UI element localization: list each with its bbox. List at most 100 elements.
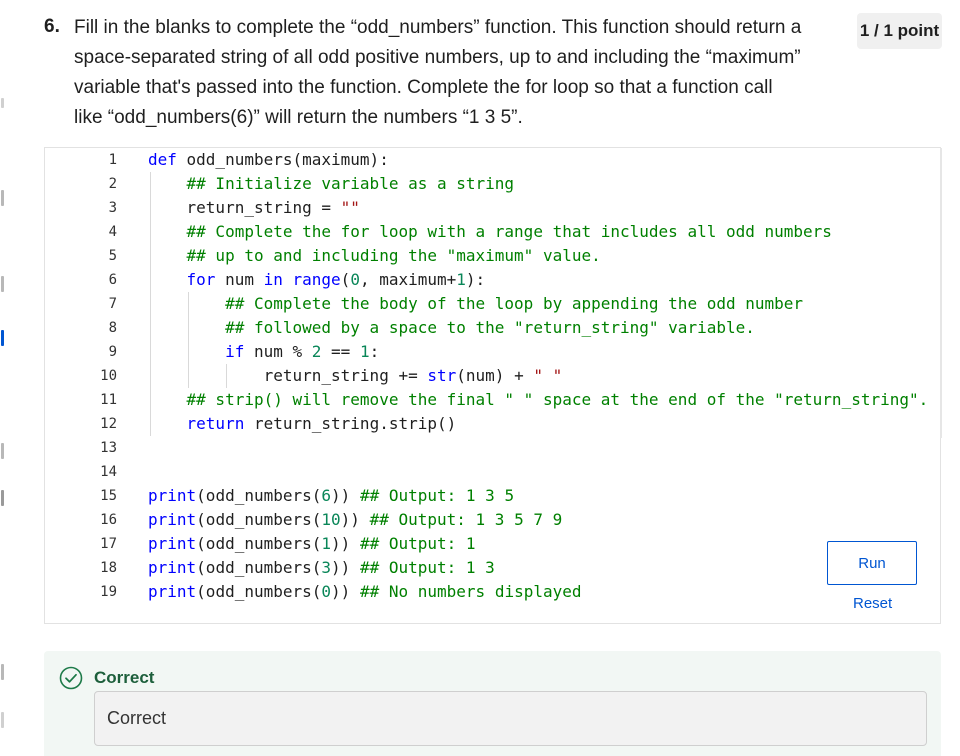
margin-mark: [1, 276, 4, 292]
code-token: print: [148, 582, 197, 601]
code-line[interactable]: ## Complete the for loop with a range th…: [148, 220, 832, 244]
line-number: 11: [100, 392, 117, 408]
code-token: 6: [321, 486, 332, 505]
code-editor[interactable]: 1 2 3 4 5 6 7 8 9 10 11 12 13 14 15 16 17 18 19 def odd_nu…: [45, 148, 942, 625]
code-token: print: [148, 510, 197, 529]
code-token: ## strip() will remove the final " " spa…: [148, 390, 929, 409]
code-token: ## Output: 1 3 5: [359, 486, 515, 505]
code-token: str: [427, 366, 457, 385]
code-token: ## Complete the body of the loop by appe…: [148, 294, 804, 313]
code-line[interactable]: def odd_numbers(maximum):: [148, 148, 389, 172]
code-token: (odd_numbers(: [196, 510, 322, 529]
code-line[interactable]: ## up to and including the "maximum" val…: [148, 244, 601, 268]
code-token: (odd_numbers(: [196, 582, 322, 601]
line-number: 18: [100, 560, 117, 576]
code-token: num: [225, 270, 264, 289]
code-token: num %: [253, 342, 312, 361]
code-token: ## Output: 1: [359, 534, 476, 553]
code-content[interactable]: def odd_numbers(maximum): ## Initialize …: [148, 148, 928, 601]
line-number: 7: [108, 296, 117, 312]
question-text: Fill in the blanks to complete the “odd_…: [74, 17, 802, 128]
margin-mark: [1, 490, 4, 506]
code-token: ## Initialize variable as a string: [148, 174, 515, 193]
code-line[interactable]: return_string += str(num) + " ": [148, 364, 563, 388]
code-token: :: [369, 342, 380, 361]
line-number: 10: [100, 368, 117, 384]
code-line[interactable]: return_string = "": [148, 196, 360, 220]
line-number: 1: [108, 152, 117, 168]
run-button[interactable]: Run: [827, 541, 917, 585]
feedback-message: Correct: [94, 691, 927, 746]
code-token: 1: [456, 270, 466, 289]
line-number: 3: [108, 200, 117, 216]
quiz-question-page: 6. Fill in the blanks to complete the “o…: [0, 0, 960, 756]
code-token: ):: [465, 270, 486, 289]
code-token: "": [340, 198, 360, 217]
line-number: 2: [108, 176, 117, 192]
code-token: (num) +: [456, 366, 534, 385]
code-line[interactable]: ## strip() will remove the final " " spa…: [148, 388, 929, 412]
editor-scroll-border: [940, 148, 942, 438]
margin-mark: [1, 98, 4, 108]
code-line[interactable]: print(odd_numbers(10)) ## Output: 1 3 5 …: [148, 508, 562, 532]
margin-mark: [1, 712, 4, 728]
line-number: 17: [100, 536, 117, 552]
code-token: )): [340, 510, 370, 529]
code-line[interactable]: for num in range(0, maximum+1):: [148, 268, 486, 292]
code-token: )): [331, 558, 360, 577]
code-token: )): [331, 486, 360, 505]
points-badge: 1 / 1 point: [857, 13, 942, 49]
code-line[interactable]: print(odd_numbers(6)) ## Output: 1 3 5: [148, 484, 514, 508]
margin-mark: [1, 664, 4, 680]
line-number: 6: [108, 272, 117, 288]
code-line[interactable]: if num % 2 == 1:: [148, 340, 379, 364]
line-number: 13: [100, 440, 117, 456]
line-number: 16: [100, 512, 117, 528]
code-line[interactable]: print(odd_numbers(3)) ## Output: 1 3: [148, 556, 495, 580]
code-token: ## No numbers displayed: [359, 582, 582, 601]
code-token: ## followed by a space to the "return_st…: [148, 318, 755, 337]
code-token: print: [148, 534, 197, 553]
code-token: ## Complete the for loop with a range th…: [148, 222, 832, 241]
code-token: return_string =: [148, 198, 341, 217]
feedback-panel: Correct Correct: [44, 651, 941, 756]
code-line[interactable]: ## Complete the body of the loop by appe…: [148, 292, 803, 316]
margin-mark: [1, 443, 4, 459]
code-token: , maximum+: [359, 270, 457, 289]
code-line[interactable]: print(odd_numbers(0)) ## No numbers disp…: [148, 580, 582, 604]
code-token: (odd_numbers(: [196, 486, 322, 505]
code-token: range: [292, 270, 341, 289]
line-number: 8: [108, 320, 117, 336]
code-token: return_string +=: [148, 366, 428, 385]
margin-mark: [1, 190, 4, 206]
code-token: print: [148, 558, 197, 577]
code-token: def: [148, 150, 187, 169]
code-line[interactable]: print(odd_numbers(1)) ## Output: 1: [148, 532, 476, 556]
code-line[interactable]: ## Initialize variable as a string: [148, 172, 515, 196]
question-number: 6.: [44, 16, 60, 37]
line-number: 4: [108, 224, 117, 240]
line-number: 5: [108, 248, 117, 264]
code-token: (odd_numbers(: [196, 534, 322, 553]
code-token: 3: [321, 558, 332, 577]
code-token: ## Output: 1 3: [359, 558, 495, 577]
code-token: if: [225, 342, 254, 361]
code-token: 0: [321, 582, 332, 601]
margin-mark-active: [1, 330, 4, 346]
code-token: ==: [321, 342, 360, 361]
code-token: for: [186, 270, 226, 289]
line-number: 12: [100, 416, 117, 432]
code-token: (odd_numbers(: [196, 558, 322, 577]
code-token: 10: [321, 510, 341, 529]
code-token: 0: [350, 270, 360, 289]
code-token: 1: [321, 534, 332, 553]
code-token: 2: [311, 342, 322, 361]
code-token: return_string.strip(): [253, 414, 457, 433]
code-line[interactable]: ## followed by a space to the "return_st…: [148, 316, 755, 340]
reset-link[interactable]: Reset: [853, 595, 892, 612]
code-line[interactable]: return return_string.strip(): [148, 412, 457, 436]
code-token: ## Output: 1 3 5 7 9: [369, 510, 563, 529]
code-token: return: [186, 414, 254, 433]
